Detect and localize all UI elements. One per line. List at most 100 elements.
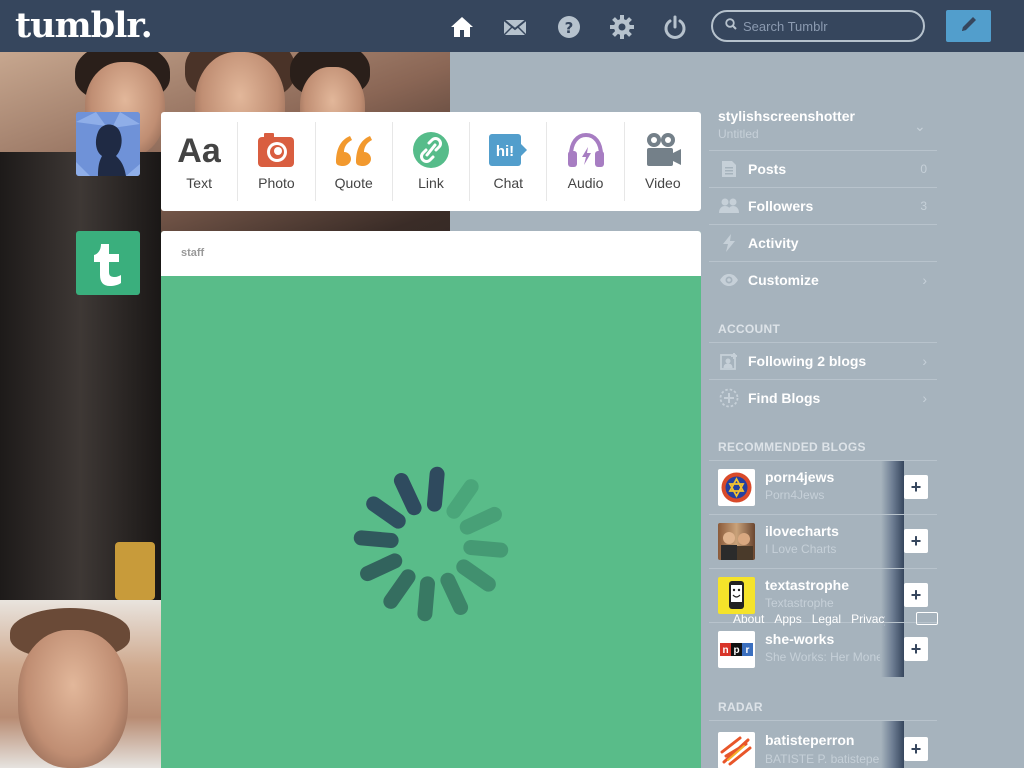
post-author[interactable]: staff bbox=[161, 231, 701, 276]
video-camera-icon bbox=[643, 130, 683, 170]
post-type-photo[interactable]: Photo bbox=[238, 122, 316, 201]
loading-spinner-icon bbox=[353, 466, 509, 622]
pencil-icon bbox=[959, 14, 979, 39]
blog-name: textastrophe bbox=[765, 577, 850, 593]
post-type-label: Photo bbox=[258, 175, 295, 191]
follow-button[interactable]: + bbox=[904, 529, 928, 553]
help-icon[interactable]: ? bbox=[556, 14, 582, 40]
sidebar-item-activity[interactable]: Activity bbox=[709, 224, 937, 261]
staff-avatar[interactable] bbox=[76, 231, 140, 295]
chevron-down-icon[interactable]: ⌄ bbox=[914, 118, 926, 135]
blog-title: She Works: Her Money bbox=[765, 650, 880, 664]
keyboard-icon[interactable] bbox=[916, 612, 938, 625]
eye-icon bbox=[719, 270, 739, 290]
post-type-audio[interactable]: Audio bbox=[547, 122, 625, 201]
blog-title: BATISTE P. batisteperron bbox=[765, 752, 880, 766]
account-heading: ACCOUNT bbox=[718, 322, 781, 336]
recommended-blog[interactable]: ilovecharts I Love Charts + bbox=[709, 514, 937, 569]
user-avatar[interactable] bbox=[76, 112, 140, 176]
top-navbar: tumblr. ? bbox=[0, 0, 1024, 52]
compose-button[interactable] bbox=[946, 10, 991, 42]
radar-heading: RADAR bbox=[718, 700, 763, 714]
blog-avatar bbox=[718, 469, 755, 506]
follow-button[interactable]: + bbox=[904, 737, 928, 761]
post-type-text[interactable]: Aa Text bbox=[161, 122, 239, 201]
svg-text:hi!: hi! bbox=[496, 143, 514, 160]
post-type-label: Link bbox=[418, 175, 444, 191]
compass-icon bbox=[719, 388, 739, 408]
blog-title: Untitled bbox=[718, 127, 759, 141]
blog-avatar bbox=[718, 577, 755, 614]
blog-name: porn4jews bbox=[765, 469, 835, 485]
camera-icon bbox=[256, 130, 296, 170]
following-icon bbox=[719, 351, 739, 371]
post-type-bar: Aa Text Photo Quote Link hi! Chat Audio bbox=[161, 112, 701, 211]
blog-title: Textastrophe bbox=[765, 596, 834, 610]
followers-icon bbox=[719, 196, 739, 216]
chevron-right-icon: › bbox=[922, 272, 927, 288]
blog-avatar bbox=[718, 732, 755, 768]
sidebar-item-label: Followers bbox=[748, 198, 814, 214]
post-type-label: Chat bbox=[493, 175, 524, 191]
recommended-heading: RECOMMENDED BLOGS bbox=[718, 440, 866, 454]
mail-icon[interactable] bbox=[502, 14, 528, 40]
blog-name: ilovecharts bbox=[765, 523, 839, 539]
blog-avatar: npr bbox=[718, 631, 755, 668]
chevron-right-icon: › bbox=[922, 353, 927, 369]
footer-link-apps[interactable]: Apps bbox=[774, 612, 801, 626]
post-type-video[interactable]: Video bbox=[625, 122, 701, 201]
svg-text:n: n bbox=[722, 645, 728, 656]
quote-icon bbox=[332, 130, 376, 170]
post-type-chat[interactable]: hi! Chat bbox=[470, 122, 548, 201]
post-type-label: Audio bbox=[567, 175, 604, 191]
search-icon bbox=[725, 17, 737, 35]
gear-icon[interactable] bbox=[609, 14, 635, 40]
tumblr-logo[interactable]: tumblr. bbox=[15, 5, 153, 46]
blog-avatar bbox=[718, 523, 755, 560]
text-icon: Aa bbox=[175, 130, 223, 170]
svg-text:r: r bbox=[746, 645, 750, 656]
sidebar-item-find-blogs[interactable]: Find Blogs › bbox=[709, 379, 937, 416]
footer-link-about[interactable]: About bbox=[733, 612, 764, 626]
sidebar-item-label: Activity bbox=[748, 235, 799, 251]
sidebar-item-label: Following 2 blogs bbox=[748, 353, 867, 369]
follow-button[interactable]: + bbox=[904, 475, 928, 499]
follow-button[interactable]: + bbox=[904, 637, 928, 661]
sidebar-item-label: Posts bbox=[748, 161, 787, 177]
sidebar-item-followers[interactable]: Followers 3 bbox=[709, 187, 937, 224]
blog-name[interactable]: stylishscreenshotter bbox=[718, 108, 855, 124]
lightning-icon bbox=[719, 233, 739, 253]
post-type-label: Text bbox=[186, 175, 212, 191]
blog-name: batisteperron bbox=[765, 732, 855, 748]
sidebar-item-label: Find Blogs bbox=[748, 390, 821, 406]
followers-count: 3 bbox=[920, 199, 927, 213]
chat-icon: hi! bbox=[487, 130, 529, 170]
search-input[interactable] bbox=[743, 18, 913, 34]
post-type-label: Quote bbox=[334, 175, 373, 191]
posts-count: 0 bbox=[920, 162, 927, 176]
svg-text:?: ? bbox=[565, 19, 574, 37]
radar-blog[interactable]: batisteperron BATISTE P. batisteperron + bbox=[709, 720, 937, 768]
footer-link-legal[interactable]: Legal bbox=[812, 612, 841, 626]
blog-title: Porn4Jews bbox=[765, 488, 825, 502]
sidebar-item-label: Customize bbox=[748, 272, 819, 288]
sidebar-item-customize[interactable]: Customize › bbox=[709, 261, 937, 298]
footer-link-privacy[interactable]: Privacy bbox=[851, 612, 885, 626]
post-type-link[interactable]: Link bbox=[393, 122, 471, 201]
footer-links: About Apps Legal Privacy bbox=[733, 612, 885, 626]
link-icon bbox=[412, 130, 450, 170]
home-icon[interactable] bbox=[449, 14, 475, 40]
sidebar-item-following[interactable]: Following 2 blogs › bbox=[709, 342, 937, 379]
search-bar[interactable] bbox=[711, 10, 925, 42]
svg-text:Aa: Aa bbox=[177, 132, 222, 170]
recommended-blog[interactable]: npr she-works She Works: Her Money + bbox=[709, 622, 937, 677]
svg-text:p: p bbox=[733, 645, 739, 656]
recommended-blog[interactable]: porn4jews Porn4Jews + bbox=[709, 460, 937, 515]
headphones-icon bbox=[566, 130, 606, 170]
follow-button[interactable]: + bbox=[904, 583, 928, 607]
power-icon[interactable] bbox=[662, 14, 688, 40]
sidebar-item-posts[interactable]: Posts 0 bbox=[709, 150, 937, 187]
post-type-quote[interactable]: Quote bbox=[316, 122, 393, 201]
post-type-label: Video bbox=[645, 175, 681, 191]
blog-title: I Love Charts bbox=[765, 542, 837, 556]
